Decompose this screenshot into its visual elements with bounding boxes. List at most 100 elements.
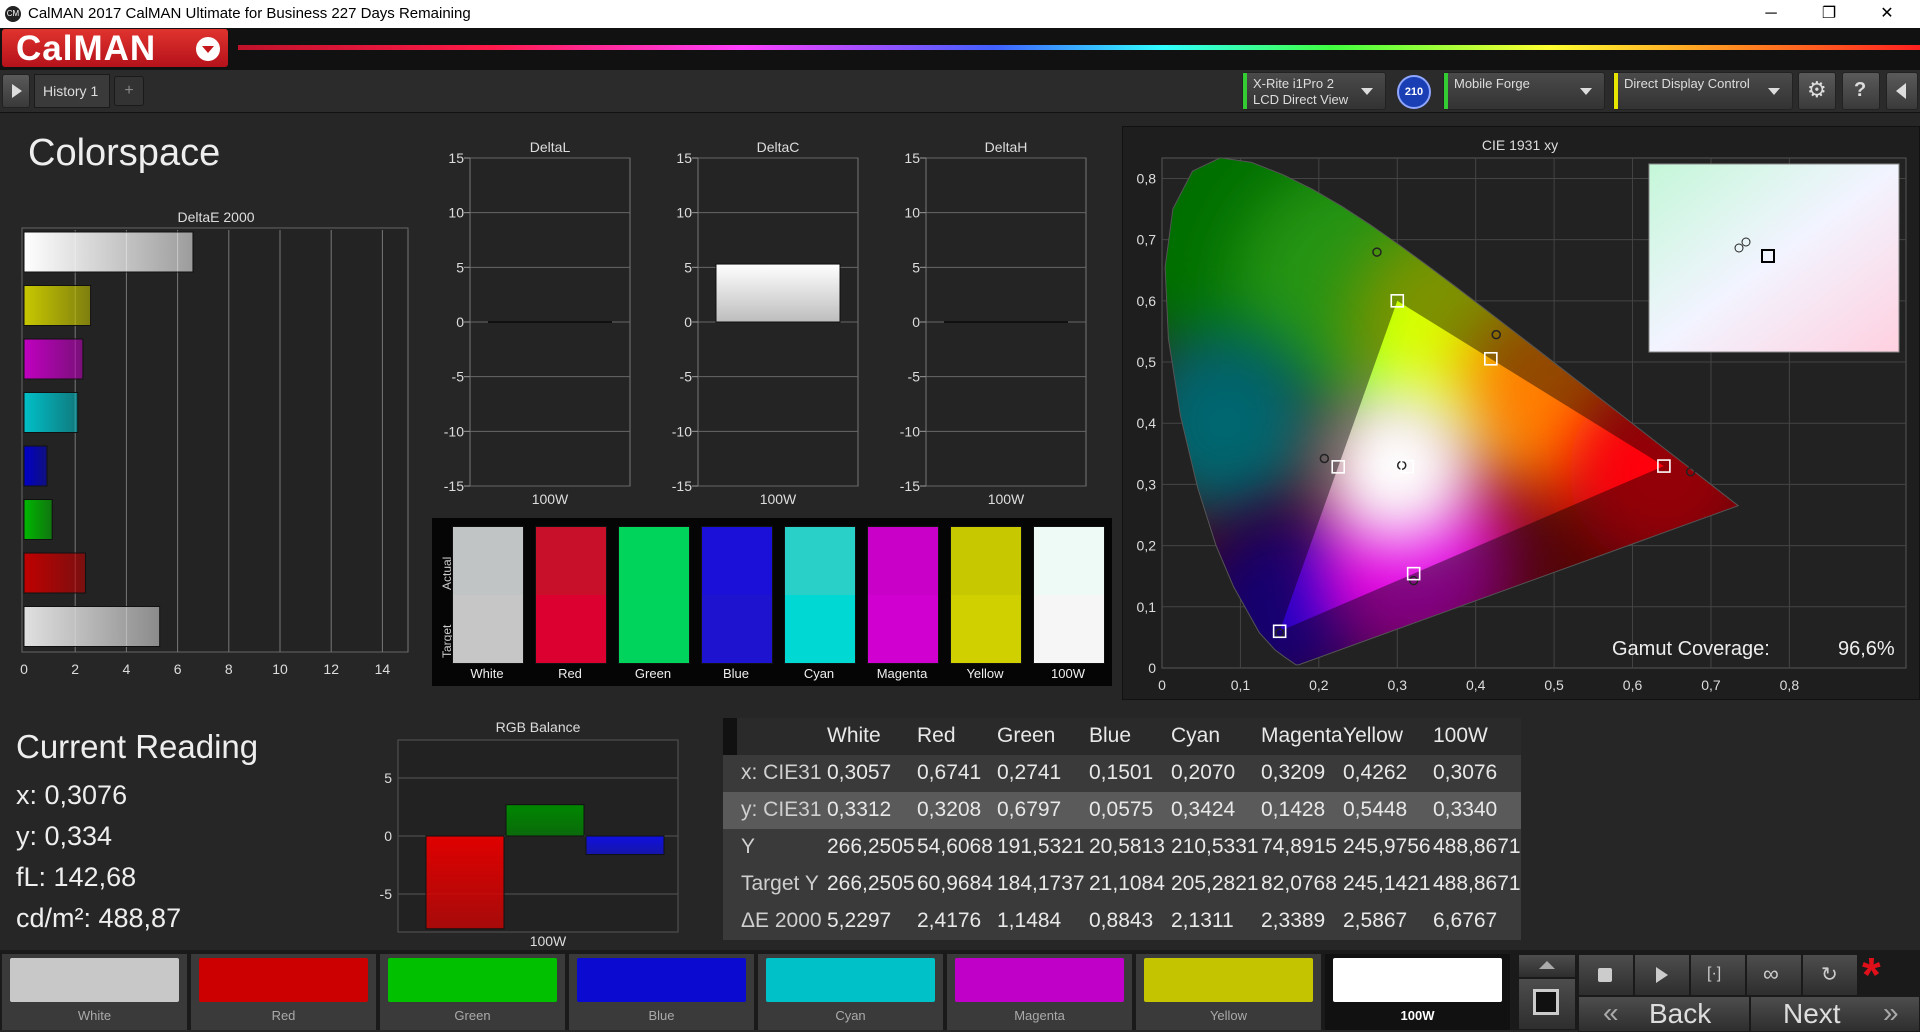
table-cell: 20,5813 (1089, 835, 1165, 858)
delta-y-tick: -5 (680, 369, 693, 385)
delta-y-tick: 15 (904, 150, 920, 166)
swatch-magenta (867, 526, 939, 664)
swatch-target (951, 595, 1021, 663)
deltae-x-tick: 10 (272, 661, 288, 677)
logo-dropdown-icon[interactable] (196, 37, 220, 61)
minimize-button[interactable]: ─ (1748, 0, 1794, 28)
table-header-cell: White (827, 724, 881, 747)
reading-cdm2: cd/m²: 488,87 (16, 903, 182, 933)
table-cell: 0,1428 (1261, 798, 1326, 821)
swatch-label: Yellow (966, 666, 1004, 681)
patch-color (10, 958, 179, 1002)
rgb-balance-chart: RGB Balance 5 0 -5 100W (380, 719, 679, 948)
cie-x-tick: 0,6 (1623, 677, 1643, 693)
table-cell: 245,9756 (1343, 835, 1431, 858)
swatch-actual (702, 527, 772, 595)
rgb-y-tick: 5 (384, 770, 392, 786)
chevron-up-icon (1539, 961, 1555, 969)
stop-read-icon (1598, 968, 1612, 982)
table-cell: 0,1501 (1089, 761, 1154, 784)
source-selector[interactable]: Mobile Forge (1443, 72, 1605, 110)
add-tab-button[interactable]: + (114, 76, 144, 106)
back-chevron-icon: « (1603, 997, 1619, 1028)
read-button[interactable] (1634, 954, 1690, 996)
rgb-bar-r (425, 835, 505, 930)
delta-y-tick: 0 (912, 314, 920, 330)
patch-label: White (77, 1008, 112, 1023)
cie-x-tick: 0,5 (1544, 677, 1564, 693)
table-row: Target Y 266,2505 60,9684 184,1737 21,1084 20… (723, 866, 1521, 903)
restore-button[interactable]: ❐ (1806, 0, 1852, 28)
delta-chart-title: DeltaL (530, 139, 571, 155)
delta-y-tick: 0 (684, 314, 692, 330)
delta-y-tick: 10 (904, 205, 920, 221)
table-cell: 2,1311 (1171, 909, 1234, 932)
back-button[interactable]: « Back (1578, 996, 1750, 1032)
patch-magenta[interactable]: Magenta (947, 954, 1132, 1030)
patch-red[interactable]: Red (191, 954, 376, 1030)
display-control-selector[interactable]: Direct Display Control (1613, 72, 1793, 110)
deltae-bar-magenta (23, 338, 84, 380)
swatch-target (536, 595, 606, 663)
delta-y-tick: 15 (448, 150, 464, 166)
delta-y-tick: -15 (900, 478, 920, 494)
table-cell: 0,3057 (827, 761, 892, 784)
tab-history-1[interactable]: History 1 (34, 74, 110, 108)
delta-charts: DeltaL 15 10 5 0 -5 -10 -15 100W DeltaC 15 10 5 0 -5 -1… (444, 139, 1087, 507)
play-workflow-button[interactable] (2, 74, 30, 108)
patch-green[interactable]: Green (380, 954, 565, 1030)
stop-button[interactable] (1518, 978, 1576, 1030)
table-cell: 0,3076 (1433, 761, 1498, 784)
patch-100w[interactable]: 100W (1325, 954, 1510, 1030)
source-name: Mobile Forge (1454, 76, 1530, 91)
deltae-x-tick: 2 (71, 661, 79, 677)
measurement-table: White Red Green Blue Cyan Magenta Yellow 100W x:… (723, 718, 1521, 940)
help-button[interactable]: ? (1842, 72, 1880, 110)
cie-x-tick: 0,8 (1780, 677, 1800, 693)
back-label: Back (1649, 998, 1712, 1029)
read-series-button[interactable]: [·] (1690, 954, 1746, 996)
table-header-cell: Yellow (1343, 724, 1403, 747)
display-name: Direct Display Control (1624, 76, 1750, 91)
continuous-read-button[interactable]: ∞ (1746, 954, 1802, 996)
delta-xlabel: 100W (988, 491, 1025, 507)
swatch-target (702, 595, 772, 663)
deltae-x-tick: 8 (225, 661, 233, 677)
cie-title: CIE 1931 xy (1482, 137, 1558, 153)
meter-selector[interactable]: X-Rite i1Pro 2 LCD Direct View (1242, 72, 1386, 110)
collapse-panel-button[interactable] (1886, 72, 1918, 110)
gamut-coverage-label: Gamut Coverage: (1612, 638, 1770, 660)
badge-210[interactable]: 210 (1397, 75, 1431, 109)
delta-y-tick: 10 (676, 205, 692, 221)
current-reading-title: Current Reading (16, 728, 259, 765)
chevron-down-icon (1580, 88, 1592, 95)
patch-blue[interactable]: Blue (569, 954, 754, 1030)
patch-label: Magenta (1014, 1008, 1065, 1023)
cie-x-tick: 0,4 (1466, 677, 1486, 693)
deltae-x-tick: 12 (323, 661, 339, 677)
patch-yellow[interactable]: Yellow (1136, 954, 1321, 1030)
refresh-icon: ↻ (1821, 964, 1838, 986)
cie-y-tick: 0 (1148, 660, 1156, 676)
swatch-actual (536, 527, 606, 595)
stop-read-button[interactable] (1578, 954, 1634, 996)
deltae-x-ticks: 0 2 4 6 8 10 12 14 (20, 661, 390, 677)
table-cell: 0,4262 (1343, 761, 1408, 784)
cie-y-tick: 0,5 (1137, 354, 1157, 370)
delta-y-tick: 5 (684, 259, 692, 275)
swatch-yellow (950, 526, 1022, 664)
asterisk-icon[interactable]: * (1862, 948, 1881, 1003)
patch-cyan[interactable]: Cyan (758, 954, 943, 1030)
close-button[interactable]: ✕ (1864, 0, 1910, 28)
table-cell: Y (741, 835, 756, 858)
patch-white[interactable]: White (2, 954, 187, 1030)
scroll-up-button[interactable] (1518, 954, 1576, 978)
calman-logo-menu[interactable]: CalMAN (2, 29, 228, 68)
settings-button[interactable]: ⚙ (1798, 72, 1836, 110)
delta-y-tick: 15 (676, 150, 692, 166)
next-button[interactable]: Next » (1750, 996, 1920, 1032)
cie-y-tick: 0,2 (1137, 538, 1157, 554)
swatch-actual (453, 527, 523, 595)
refresh-button[interactable]: ↻ (1802, 954, 1858, 996)
swatch-actual (1034, 527, 1104, 595)
